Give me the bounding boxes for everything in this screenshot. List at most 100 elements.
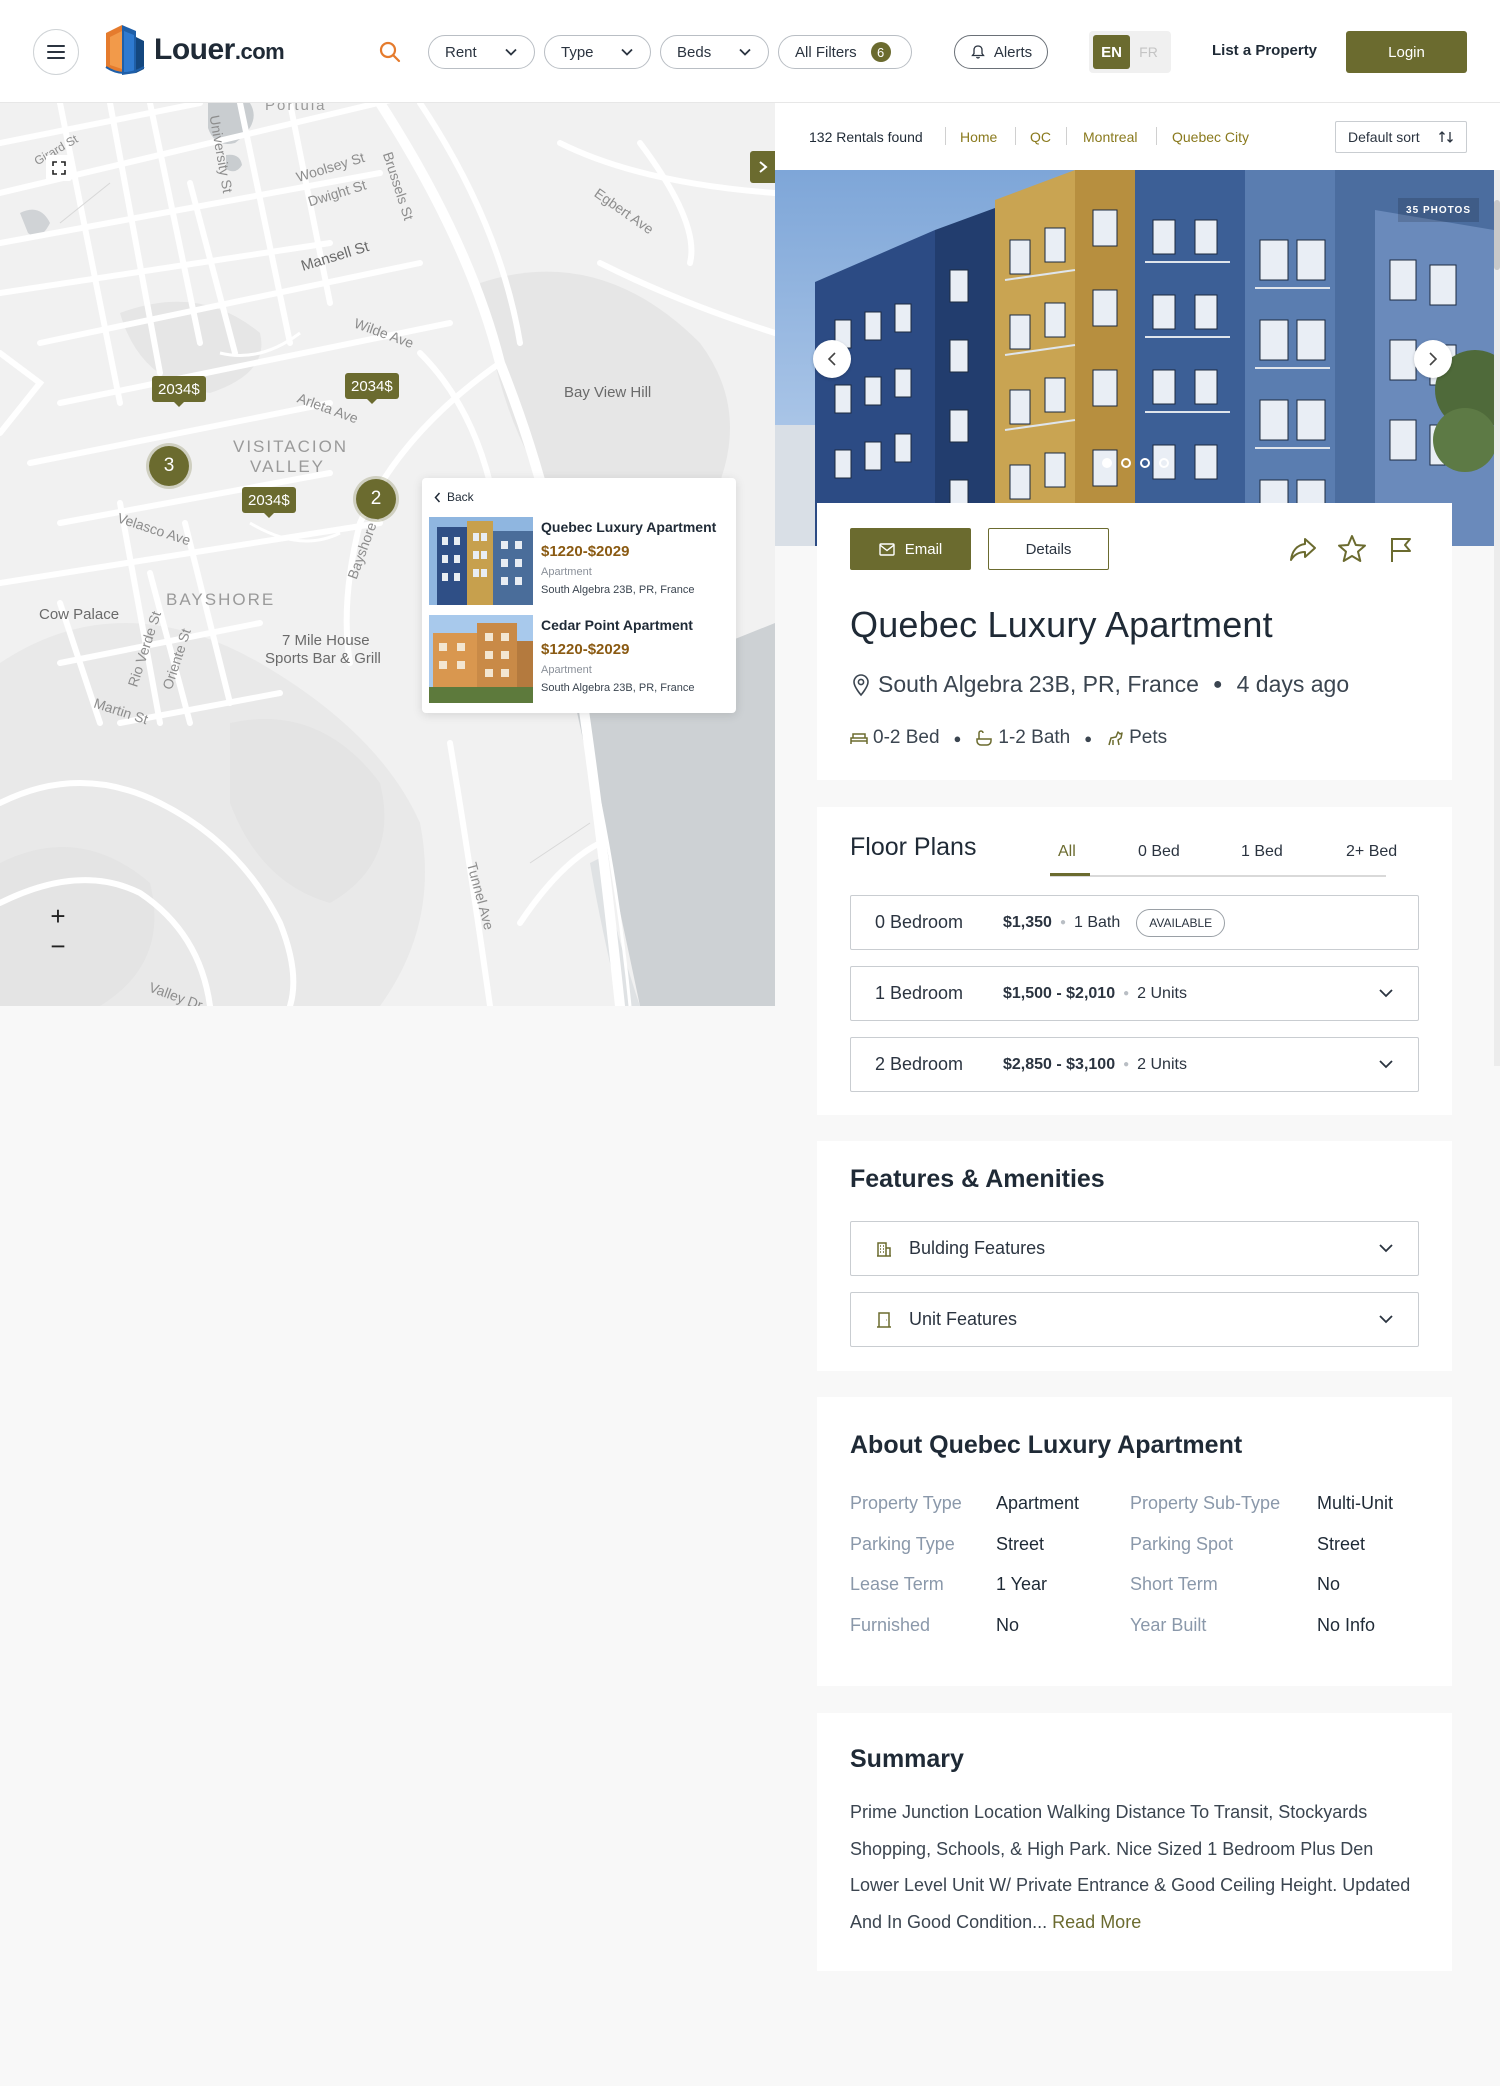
building-features-accordion[interactable]: Bulding Features bbox=[850, 1221, 1419, 1276]
flag-icon[interactable] bbox=[1385, 533, 1417, 565]
map-place-bay-view-hill: Bay View Hill bbox=[564, 384, 652, 401]
breadcrumb-quebec-city[interactable]: Quebec City bbox=[1172, 129, 1249, 145]
section-title: Floor Plans bbox=[850, 833, 977, 861]
map-district-valley: VALLEY bbox=[250, 457, 326, 476]
floor-plan-price-group: $1,500 - $2,010 ● 2 Units bbox=[1003, 984, 1187, 1002]
photo-gallery[interactable]: 35 PHOTOS bbox=[775, 170, 1494, 546]
email-button[interactable]: Email bbox=[850, 528, 971, 570]
details-button[interactable]: Details bbox=[988, 528, 1109, 570]
listing-type: Apartment bbox=[541, 664, 592, 676]
zoom-in-button[interactable]: + bbox=[44, 901, 72, 931]
map-price-marker[interactable]: 2034$ bbox=[152, 376, 206, 407]
zoom-out-button[interactable]: − bbox=[44, 931, 72, 961]
popup-back-button[interactable]: Back bbox=[434, 490, 474, 504]
rent-filter-label: Rent bbox=[445, 43, 477, 61]
map-cluster-marker[interactable]: 3 bbox=[149, 446, 189, 486]
type-filter-dropdown[interactable]: Type bbox=[544, 35, 651, 69]
about-value: Multi-Unit bbox=[1317, 1493, 1394, 1513]
collapse-map-button[interactable] bbox=[750, 151, 775, 183]
floor-plan-row[interactable]: 0 Bedroom $1,350 ● 1 Bath AVAILABLE bbox=[850, 895, 1419, 950]
listing-price: $1220-$2029 bbox=[541, 641, 630, 658]
list-property-link[interactable]: List a Property bbox=[1212, 42, 1317, 59]
popup-listing-card[interactable]: Quebec Luxury Apartment $1220-$2029 Apar… bbox=[429, 517, 729, 605]
about-key: Furnished bbox=[850, 1615, 931, 1635]
listing-type: Apartment bbox=[541, 566, 592, 578]
gallery-dot[interactable] bbox=[1121, 458, 1131, 468]
map-district-bayshore: BAYSHORE bbox=[166, 590, 276, 609]
map-price-marker[interactable]: 2034$ bbox=[345, 373, 399, 404]
breadcrumb-divider bbox=[1066, 127, 1067, 145]
summary-text: Prime Junction Location Walking Distance… bbox=[850, 1794, 1425, 1940]
map-cluster-marker[interactable]: 2 bbox=[356, 479, 396, 519]
listing-thumbnail bbox=[429, 615, 533, 703]
baths-spec: 1-2 Bath bbox=[975, 727, 1070, 749]
chevron-left-icon bbox=[827, 352, 836, 366]
breadcrumb-montreal[interactable]: Montreal bbox=[1083, 129, 1137, 145]
alerts-button[interactable]: Alerts bbox=[954, 35, 1048, 69]
tab-all[interactable]: All bbox=[1058, 843, 1076, 861]
share-icon[interactable] bbox=[1287, 533, 1319, 565]
popup-listing-card[interactable]: Cedar Point Apartment $1220-$2029 Apartm… bbox=[429, 615, 729, 703]
about-value: Street bbox=[996, 1534, 1045, 1554]
gallery-next-button[interactable] bbox=[1414, 340, 1452, 378]
breadcrumb-home[interactable]: Home bbox=[960, 129, 997, 145]
floor-plan-beds: 0 Bedroom bbox=[875, 912, 964, 932]
pets-value: Pets bbox=[1129, 727, 1168, 748]
pet-icon bbox=[1108, 731, 1123, 746]
about-value: No bbox=[1317, 1574, 1341, 1594]
read-more-link[interactable]: Read More bbox=[1052, 1912, 1141, 1932]
tab-2plus-bed[interactable]: 2+ Bed bbox=[1346, 843, 1397, 861]
listing-address: South Algebra 23B, PR, France bbox=[541, 682, 695, 694]
gallery-dot[interactable] bbox=[1159, 458, 1169, 468]
beds-filter-dropdown[interactable]: Beds bbox=[660, 35, 769, 69]
breadcrumb-divider bbox=[1156, 127, 1157, 145]
floor-plan-row[interactable]: 1 Bedroom $1,500 - $2,010 ● 2 Units bbox=[850, 966, 1419, 1021]
fullscreen-button[interactable] bbox=[46, 155, 72, 181]
listing-specs: 0-2 Bed ● 1-2 Bath ● Pets bbox=[850, 727, 1167, 749]
breadcrumb-qc[interactable]: QC bbox=[1030, 129, 1051, 145]
login-button[interactable]: Login bbox=[1346, 31, 1467, 73]
search-icon[interactable] bbox=[378, 40, 402, 64]
results-bar: 132 Rentals found Home QC Montreal Quebe… bbox=[775, 103, 1500, 170]
chevron-down-icon bbox=[1379, 989, 1393, 998]
gallery-prev-button[interactable] bbox=[813, 340, 851, 378]
hamburger-menu-button[interactable] bbox=[33, 29, 79, 75]
floor-plan-row[interactable]: 2 Bedroom $2,850 - $3,100 ● 2 Units bbox=[850, 1037, 1419, 1092]
map-price-marker[interactable]: 2034$ bbox=[242, 487, 296, 518]
beds-value: 0-2 Bed bbox=[873, 727, 940, 748]
active-tab-indicator bbox=[1050, 873, 1090, 876]
scrollbar-thumb[interactable] bbox=[1494, 200, 1500, 270]
baths-value: 1-2 Bath bbox=[998, 727, 1071, 748]
hamburger-icon bbox=[47, 45, 65, 59]
building-icon bbox=[877, 1241, 891, 1257]
chevron-down-icon bbox=[1379, 1315, 1393, 1324]
unit-features-accordion[interactable]: Unit Features bbox=[850, 1292, 1419, 1347]
lang-fr-button[interactable]: FR bbox=[1130, 35, 1167, 69]
listing-title: Quebec Luxury Apartment bbox=[850, 604, 1273, 645]
lang-en-button[interactable]: EN bbox=[1093, 35, 1130, 69]
logo[interactable]: Louer.com bbox=[100, 22, 285, 78]
listing-location: South Algebra 23B, PR, France ● 4 days a… bbox=[850, 671, 1349, 698]
listing-posted-time: 4 days ago bbox=[1236, 671, 1350, 697]
alerts-label: Alerts bbox=[993, 43, 1033, 61]
chevron-down-icon bbox=[621, 48, 633, 56]
star-icon[interactable] bbox=[1336, 533, 1368, 565]
map-label-portula: Portula bbox=[265, 103, 327, 114]
all-filters-button[interactable]: All Filters 6 bbox=[778, 35, 912, 69]
tab-0-bed[interactable]: 0 Bed bbox=[1138, 843, 1180, 861]
map-panel[interactable]: Portula Woolsey St Dwight St Mansell St … bbox=[0, 103, 775, 1006]
logo-text: Louer.com bbox=[154, 33, 285, 66]
sort-dropdown[interactable]: Default sort bbox=[1335, 121, 1467, 153]
section-title: About Quebec Luxury Apartment bbox=[850, 1431, 1243, 1459]
tab-1-bed[interactable]: 1 Bed bbox=[1241, 843, 1283, 861]
listing-address: South Algebra 23B, PR, France bbox=[541, 584, 695, 596]
rent-filter-dropdown[interactable]: Rent bbox=[428, 35, 535, 69]
door-icon bbox=[877, 1311, 891, 1328]
gallery-dot[interactable] bbox=[1140, 458, 1150, 468]
about-key: Property Type bbox=[850, 1493, 962, 1513]
scrollbar[interactable] bbox=[1494, 170, 1500, 1066]
gallery-dot[interactable] bbox=[1102, 458, 1112, 468]
section-title: Features & Amenities bbox=[850, 1165, 1105, 1193]
floor-plans-card: Floor Plans All 0 Bed 1 Bed 2+ Bed 0 Bed… bbox=[817, 807, 1452, 1115]
listing-thumbnail bbox=[429, 517, 533, 605]
